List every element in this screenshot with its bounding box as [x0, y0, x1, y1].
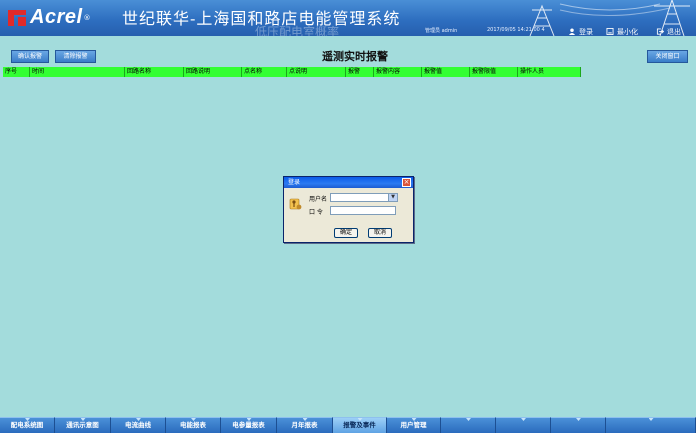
logo-registered-mark: ® [83, 13, 91, 22]
exit-label: 退出 [667, 27, 681, 36]
nav-tab[interactable]: 配电系统图 [0, 417, 55, 433]
minimize-label: 最小化 [617, 27, 638, 36]
column-header[interactable]: 报警限值 [470, 67, 518, 77]
confirm-alarm-button[interactable]: 确认报警 [11, 50, 49, 63]
alarm-table-header: 序号 时间 回路名称 回路说明 点名称 点说明 报警 报警内容 报警值 报警限值 操作人员 [3, 67, 581, 77]
nav-tab-label: 通讯示意图 [66, 421, 99, 429]
nav-tab[interactable] [551, 417, 606, 433]
column-header[interactable]: 报警值 [422, 67, 470, 77]
minimize-icon [606, 28, 614, 35]
nav-tab[interactable] [496, 417, 551, 433]
tab-notch-icon [521, 418, 526, 421]
nav-tab[interactable]: 电能报表 [166, 417, 221, 433]
column-header[interactable]: 回路名称 [125, 67, 184, 77]
exit-button[interactable]: 退出 [656, 27, 681, 36]
nav-tab[interactable]: 通讯示意图 [55, 417, 111, 433]
close-window-button[interactable]: 关闭窗口 [647, 50, 688, 63]
login-dialog: 登录 × 用户名 ▼ 口 令 确定 取消 [283, 176, 414, 243]
column-header[interactable]: 序号 [3, 67, 30, 77]
clear-alarm-button[interactable]: 清除报警 [55, 50, 96, 63]
column-header[interactable]: 报警内容 [374, 67, 422, 77]
nav-tab-label: 电能报表 [180, 421, 206, 429]
ok-button[interactable]: 确定 [334, 228, 358, 238]
nav-tab[interactable]: 月年报表 [277, 417, 333, 433]
tab-notch-icon [466, 418, 471, 421]
column-header[interactable]: 操作人员 [518, 67, 581, 77]
user-icon [568, 28, 576, 35]
login-button[interactable]: 登录 [568, 27, 593, 36]
alarm-toolbar: 确认报警 清除报警 遥测实时报警 关闭窗口 [0, 47, 696, 65]
nav-tab[interactable] [606, 417, 696, 433]
current-user-status: 管理员 admin [425, 28, 458, 34]
column-header[interactable]: 点名称 [242, 67, 287, 77]
nav-tab-label: 报警及事件 [343, 421, 376, 429]
dialog-title: 登录 [288, 179, 301, 186]
nav-tab[interactable] [441, 417, 496, 433]
acrel-logo: Acrel ® [8, 6, 91, 29]
column-header[interactable]: 回路说明 [184, 67, 242, 77]
nav-tab-label: 配电系统图 [10, 421, 44, 429]
datetime-status: 2017/09/05 14:21:00 4 [487, 27, 545, 33]
keys-icon [289, 198, 302, 210]
nav-tab[interactable]: 电参量报表 [221, 417, 277, 433]
header-subtitle: 低压配电室概率 [255, 25, 340, 36]
column-header[interactable]: 点说明 [287, 67, 346, 77]
dialog-title-bar[interactable]: 登录 × [284, 177, 413, 188]
nav-tab[interactable]: 用户管理 [387, 417, 441, 433]
username-label: 用户名 [309, 196, 328, 203]
login-label: 登录 [579, 27, 593, 36]
password-label: 口 令 [309, 209, 323, 216]
nav-tab[interactable]: 报警及事件 [333, 417, 387, 433]
minimize-button[interactable]: 最小化 [606, 27, 638, 36]
cancel-button[interactable]: 取消 [368, 228, 392, 238]
nav-tab-label: 月年报表 [291, 421, 318, 429]
tab-notch-icon [576, 418, 581, 421]
dialog-close-icon[interactable]: × [402, 178, 411, 187]
nav-tab[interactable]: 电流曲线 [111, 417, 166, 433]
column-header[interactable]: 报警 [346, 67, 374, 77]
chevron-down-icon[interactable]: ▼ [388, 194, 397, 201]
bottom-navigation: 配电系统图 通讯示意图 电流曲线 电能报表 电参量报表 月年报表 报警及事件 用户管理 [0, 417, 696, 433]
username-select[interactable]: ▼ [330, 193, 398, 202]
exit-icon [656, 28, 664, 35]
column-header[interactable]: 时间 [30, 67, 125, 77]
nav-tab-label: 电参量报表 [232, 421, 265, 429]
nav-tab-label: 用户管理 [400, 421, 427, 429]
nav-tab-label: 电流曲线 [125, 421, 151, 429]
tab-notch-icon [648, 418, 654, 421]
acrel-logo-icon [8, 8, 26, 28]
password-field[interactable] [330, 206, 396, 215]
app-header: Acrel ® 世纪联华-上海国和路店电能管理系统 低压配电室概率 管理员 adm… [0, 0, 696, 36]
page-title: 遥测实时报警 [322, 50, 388, 63]
logo-text: Acrel [30, 6, 83, 28]
